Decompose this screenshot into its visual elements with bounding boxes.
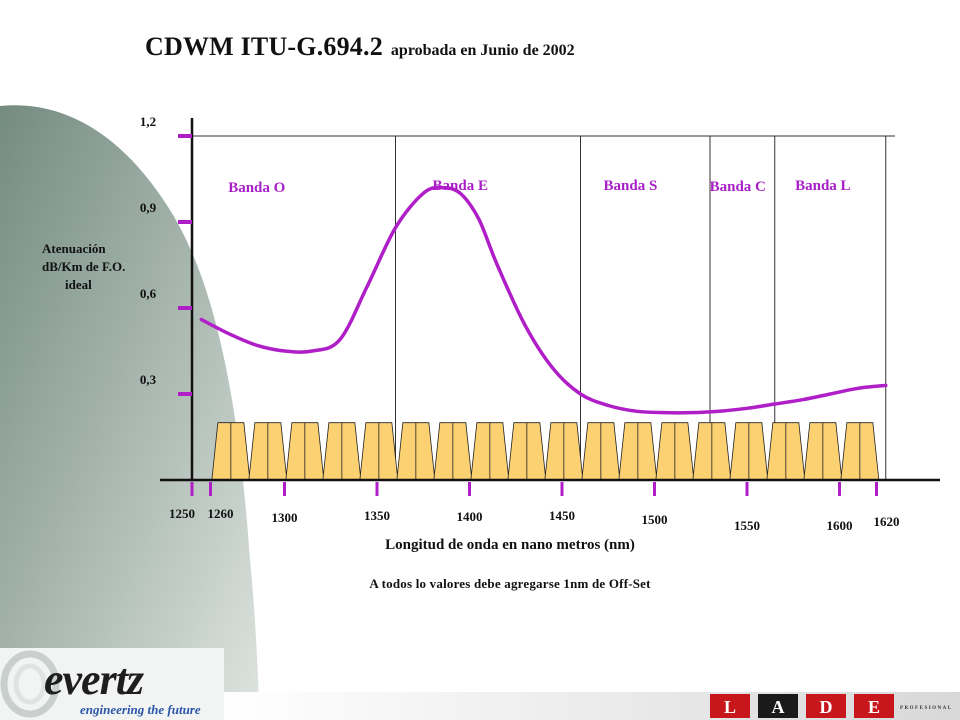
x-tick-label-1620: 1620 <box>874 514 900 529</box>
x-tick-label-1450: 1450 <box>549 508 575 523</box>
lade-strip-background <box>224 692 960 720</box>
band-label-4: Banda C <box>710 179 766 195</box>
cwdm-channels <box>211 422 880 481</box>
x-tick-label-1500: 1500 <box>642 512 668 527</box>
lade-letter-e: E <box>868 697 880 717</box>
lade-letter-a-box: A <box>758 694 798 718</box>
y-tick-label-1.2: 1,2 <box>140 114 156 129</box>
band-labels: Banda O Banda E Banda S Banda C Banda L <box>228 178 850 196</box>
x-tick-label-1300: 1300 <box>272 510 298 525</box>
attenuation-chart: 1,2 0,9 0,6 0,3 1250 1260 1300 1350 1400 1450 150… <box>140 114 940 533</box>
x-tick-label-1250: 1250 <box>169 506 195 521</box>
attenuation-curve <box>199 185 888 415</box>
evertz-tagline: engineering the future <box>80 702 201 717</box>
x-ticks: 1250 1260 1300 1350 1400 1450 1500 1550 1600 1620 <box>169 482 900 533</box>
lade-tag: PROFESIONAL <box>900 706 953 711</box>
offset-note: A todos lo valores debe agregarse 1nm de… <box>369 576 651 591</box>
lade-letter-e-box: E <box>854 694 894 718</box>
lade-letter-d-box: D <box>806 694 846 718</box>
x-tick-label-1550: 1550 <box>734 518 760 533</box>
x-tick-label-1400: 1400 <box>457 509 483 524</box>
x-tick-label-1600: 1600 <box>827 518 853 533</box>
y-ticks: 1,2 0,9 0,6 0,3 <box>140 114 192 396</box>
y-tick-label-0.9: 0,9 <box>140 200 157 215</box>
band-label-5: Banda L <box>795 178 850 194</box>
lade-logo: L A D E PROFESIONAL <box>224 692 960 720</box>
band-label-3: Banda S <box>604 178 658 194</box>
lade-letter-d: D <box>820 697 833 717</box>
y-tick-label-0.6: 0,6 <box>140 286 157 301</box>
x-tick-label-1260: 1260 <box>208 506 234 521</box>
lade-letter-a: A <box>772 697 785 717</box>
x-axis-label: Longitud de onda en nano metros (nm) <box>385 537 635 553</box>
y-tick-label-0.3: 0,3 <box>140 372 157 387</box>
x-tick-label-1350: 1350 <box>364 508 390 523</box>
attenuation-curve-group <box>199 185 888 415</box>
band-label-1: Banda O <box>228 180 285 196</box>
evertz-logo: evertz engineering the future <box>0 648 224 720</box>
lade-letter-l-box: L <box>710 694 750 718</box>
lade-letter-l: L <box>724 697 736 717</box>
evertz-wordmark: evertz <box>44 655 144 704</box>
